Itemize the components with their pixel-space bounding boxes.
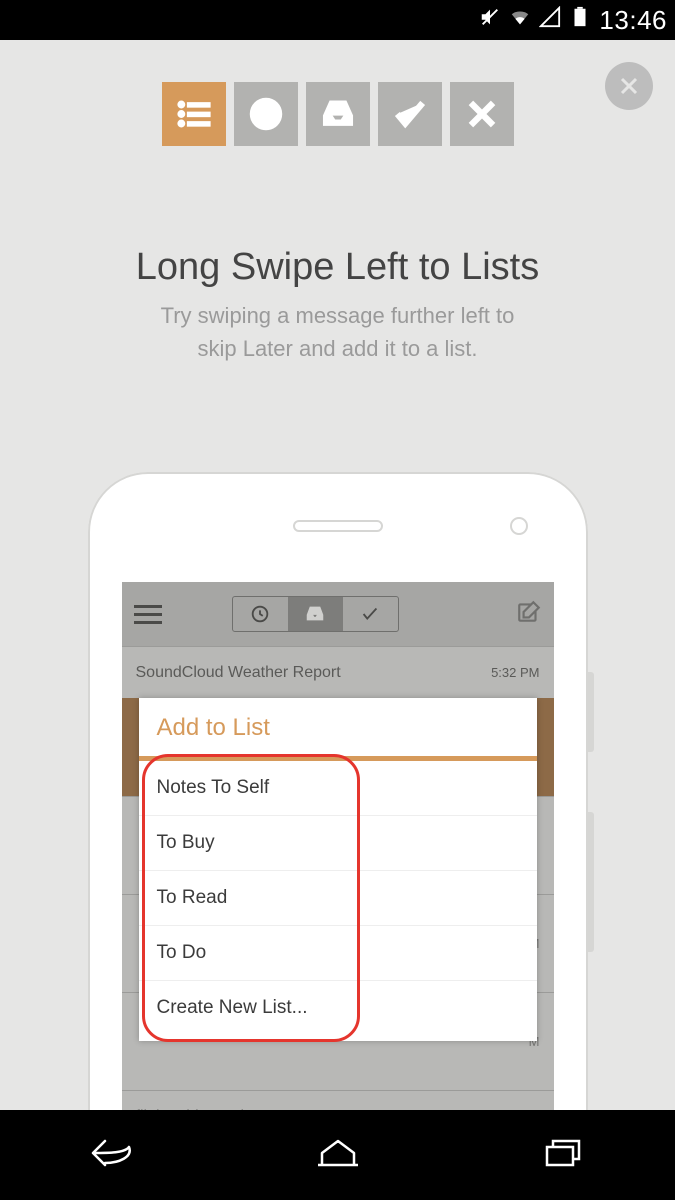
android-status-bar: 13:46 <box>0 0 675 40</box>
cell-signal-icon <box>539 6 561 35</box>
status-time: 13:46 <box>599 5 667 36</box>
nav-back-button[interactable] <box>89 1133 137 1178</box>
dialog-title: Add to List <box>139 698 537 756</box>
mute-icon <box>479 6 501 35</box>
phone-speaker <box>293 520 383 532</box>
inbox-icon <box>319 95 357 133</box>
list-option-to-do[interactable]: To Do <box>139 926 537 981</box>
phone-side-button-2 <box>588 812 594 952</box>
tab-inbox[interactable] <box>306 82 370 146</box>
close-button[interactable] <box>605 62 653 110</box>
inner-segmented-control <box>232 596 399 632</box>
tab-delete[interactable] <box>450 82 514 146</box>
phone-sensor <box>510 517 528 535</box>
tutorial-tab-row <box>0 82 675 146</box>
mail-sender: SoundCloud Weather Report <box>136 664 341 682</box>
x-icon <box>463 95 501 133</box>
home-icon <box>314 1133 362 1173</box>
add-to-list-dialog: Add to List Notes To Self To Buy To Read… <box>139 698 537 1041</box>
list-option-create-new[interactable]: Create New List... <box>139 981 537 1035</box>
inner-app-header <box>122 582 554 646</box>
seg-later[interactable] <box>233 597 288 631</box>
compose-button[interactable] <box>516 599 542 630</box>
wifi-icon <box>509 6 531 35</box>
phone-screen: SoundCloud Weather Report 5:32 PM M M fl… <box>122 582 554 1110</box>
tutorial-panel: Long Swipe Left to Lists Try swiping a m… <box>0 40 675 1110</box>
recents-icon <box>539 1133 587 1173</box>
list-icon <box>175 95 213 133</box>
close-icon <box>617 74 641 98</box>
list-option-to-read[interactable]: To Read <box>139 871 537 926</box>
mail-row-peek: flights this week! I cannot WAIT.... <box>122 1090 554 1110</box>
clock-icon <box>247 95 285 133</box>
tutorial-subtitle: Try swiping a message further left to sk… <box>0 299 675 365</box>
list-option-notes-to-self[interactable]: Notes To Self <box>139 761 537 816</box>
tab-lists[interactable] <box>162 82 226 146</box>
tab-archive[interactable] <box>378 82 442 146</box>
phone-side-button <box>588 672 594 752</box>
android-nav-bar <box>0 1110 675 1200</box>
inbox-icon <box>304 603 326 625</box>
list-option-to-buy[interactable]: To Buy <box>139 816 537 871</box>
back-icon <box>89 1133 137 1173</box>
hamburger-icon[interactable] <box>134 600 162 629</box>
tab-later[interactable] <box>234 82 298 146</box>
compose-icon <box>516 599 542 625</box>
mail-row-visible: SoundCloud Weather Report 5:32 PM <box>122 646 554 698</box>
seg-archive[interactable] <box>343 597 398 631</box>
mail-time: 5:32 PM <box>491 665 539 680</box>
nav-home-button[interactable] <box>314 1133 362 1178</box>
nav-recents-button[interactable] <box>539 1133 587 1178</box>
battery-icon <box>569 6 591 35</box>
tutorial-headline: Long Swipe Left to Lists <box>0 246 675 289</box>
check-icon <box>391 95 429 133</box>
clock-icon <box>249 603 271 625</box>
seg-inbox[interactable] <box>288 597 343 631</box>
check-icon <box>359 603 381 625</box>
phone-mockup: SoundCloud Weather Report 5:32 PM M M fl… <box>88 472 588 1110</box>
